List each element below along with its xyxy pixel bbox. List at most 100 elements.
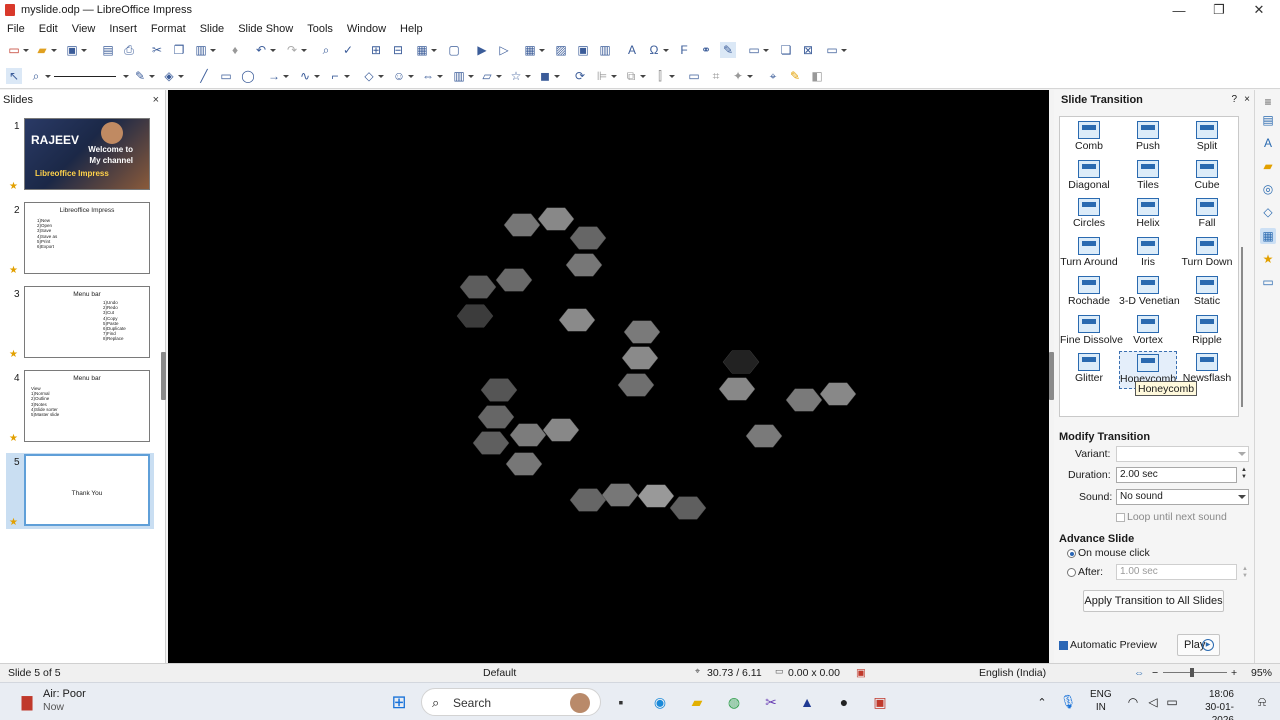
special-character-icon[interactable]: Ω xyxy=(646,42,669,58)
transition-ripple[interactable]: Ripple xyxy=(1178,313,1236,351)
menu-slide-show[interactable]: Slide Show xyxy=(231,23,300,35)
play-button[interactable]: Play ▶ xyxy=(1177,634,1220,656)
weather-title[interactable]: Air: Poor xyxy=(43,688,86,700)
shapes-tab-icon[interactable]: ◇ xyxy=(1260,204,1276,220)
delete-slide-icon[interactable]: ⊠ xyxy=(800,42,816,58)
arrange-icon[interactable]: ⧉ xyxy=(623,68,646,84)
arrow-line-icon[interactable]: → xyxy=(266,68,289,84)
master-slides-tab-icon[interactable]: ▭ xyxy=(1260,274,1276,290)
textbox-icon[interactable]: A xyxy=(624,42,640,58)
show-hidden-icons-icon[interactable]: ⌃ xyxy=(1032,692,1052,712)
duration-spin-buttons[interactable]: ▲ ▼ xyxy=(1239,467,1249,481)
zoom-percent[interactable]: 95% xyxy=(1251,667,1272,679)
menu-window[interactable]: Window xyxy=(340,23,393,35)
zoom-icon[interactable]: ⌕ xyxy=(28,68,51,84)
points-icon[interactable]: ⌖ xyxy=(765,68,781,84)
document-modified-icon[interactable]: ▣ xyxy=(856,667,866,679)
zoom-slider-thumb[interactable] xyxy=(1190,668,1194,677)
language-indicator[interactable]: English (India) xyxy=(979,667,1046,679)
close-button[interactable]: ✕ xyxy=(1240,0,1278,20)
sidebar-menu-icon[interactable]: ≡ xyxy=(1260,94,1276,110)
transition-diagonal[interactable]: Diagonal xyxy=(1060,158,1118,196)
master-layout-name[interactable]: Default xyxy=(483,667,516,679)
helplines-icon[interactable]: ⊟ xyxy=(390,42,406,58)
zoom-slider[interactable] xyxy=(1163,672,1227,673)
slide-thumbnail-3[interactable]: Menu bar 1)Undo 2)Redo 3)Cut 4)Copy 5)Pa… xyxy=(24,286,150,358)
menu-view[interactable]: View xyxy=(65,23,103,35)
spelling-icon[interactable]: ✓ xyxy=(340,42,356,58)
transition-turn-around[interactable]: Turn Around xyxy=(1060,235,1118,273)
menu-tools[interactable]: Tools xyxy=(300,23,340,35)
styles-tab-icon[interactable]: A xyxy=(1260,135,1276,151)
symbol-shapes-icon[interactable]: ☺ xyxy=(391,68,414,84)
input-language-indicator[interactable]: ENG IN xyxy=(1090,688,1112,714)
properties-tab-icon[interactable]: ▤ xyxy=(1260,112,1276,128)
navigator-tab-icon[interactable]: ◎ xyxy=(1260,181,1276,197)
fill-color-icon[interactable]: ◈ xyxy=(161,68,184,84)
slide-thumbnail-2[interactable]: Libreoffice Impress 1)New 2)Open 3)Save … xyxy=(24,202,150,274)
transition-rochade[interactable]: Rochade xyxy=(1060,274,1118,312)
glue-points-icon[interactable]: ✎ xyxy=(787,68,803,84)
export-pdf-icon[interactable]: ▤ xyxy=(100,42,116,58)
slide-thumbnail-row[interactable]: 3 Menu bar 1)Undo 2)Redo 3)Cut 4)Copy 5)… xyxy=(0,286,160,362)
menu-help[interactable]: Help xyxy=(393,23,430,35)
slide-thumbnail-row[interactable]: 5 Thank You ★ xyxy=(0,454,160,530)
volume-muted-icon[interactable]: ◁ xyxy=(1143,692,1163,712)
libreoffice-impress-taskbar-icon[interactable]: ▣ xyxy=(870,692,890,712)
loop-sound-checkbox[interactable] xyxy=(1116,513,1125,522)
block-arrows-icon[interactable]: ⇔ xyxy=(420,68,443,84)
after-spin-buttons[interactable]: ▲ ▼ xyxy=(1240,566,1250,580)
chrome-icon[interactable]: ◍ xyxy=(724,692,744,712)
wifi-icon[interactable]: ◠ xyxy=(1123,692,1143,712)
display-views-icon[interactable]: ▦ xyxy=(414,42,437,58)
master-slide-icon[interactable]: ▢ xyxy=(446,42,462,58)
slide-thumbnail-row[interactable]: 1 RAJEEV Welcome to My channel Libreoffi… xyxy=(0,118,160,194)
hyperlink-icon[interactable]: ⚭ xyxy=(698,42,714,58)
filter-icon[interactable]: ✦ xyxy=(730,68,753,84)
flowchart-icon[interactable]: ▥ xyxy=(451,68,474,84)
slide-thumbnail-5[interactable]: Thank You xyxy=(24,454,150,526)
paste-icon[interactable]: ▥ xyxy=(193,42,216,58)
zoom-in-icon[interactable]: + xyxy=(1231,667,1237,679)
chart-icon[interactable]: ▥ xyxy=(597,42,613,58)
shadow-icon[interactable]: ▭ xyxy=(686,68,702,84)
help-button[interactable]: ? xyxy=(1231,94,1237,105)
after-seconds-input[interactable]: 1.00 sec xyxy=(1116,564,1237,580)
toggle-extrusion-icon[interactable]: ◧ xyxy=(809,68,825,84)
microphone-icon[interactable]: 🎙 xyxy=(1058,692,1078,712)
transition-circles[interactable]: Circles xyxy=(1060,196,1118,234)
transition-fall[interactable]: Fall xyxy=(1178,196,1236,234)
slides-panel-close-button[interactable]: × xyxy=(153,94,159,106)
menu-slide[interactable]: Slide xyxy=(193,23,231,35)
obs-icon[interactable]: ● xyxy=(834,692,854,712)
file-explorer-icon[interactable]: ▰ xyxy=(687,692,707,712)
transition-3-d-venetian[interactable]: 3-D Venetian xyxy=(1119,274,1180,312)
automatic-preview-checkbox[interactable] xyxy=(1059,641,1068,650)
line-style-selector[interactable] xyxy=(54,68,129,84)
zoom-out-icon[interactable]: − xyxy=(1152,667,1158,679)
maximize-button[interactable]: ❐ xyxy=(1200,0,1238,20)
new-document-icon[interactable]: ▭ xyxy=(6,42,29,58)
minimize-button[interactable]: — xyxy=(1160,0,1198,20)
callouts-icon[interactable]: ▱ xyxy=(479,68,502,84)
transition-turn-down[interactable]: Turn Down xyxy=(1178,235,1236,273)
after-radio[interactable] xyxy=(1067,568,1076,577)
connector-tool-icon[interactable]: ⌐ xyxy=(327,68,350,84)
taskbar-search[interactable]: ⌕ Search xyxy=(421,688,601,716)
transition-push[interactable]: Push xyxy=(1119,119,1177,157)
transition-iris[interactable]: Iris xyxy=(1119,235,1177,273)
table-icon[interactable]: ▦ xyxy=(522,42,545,58)
variant-select[interactable] xyxy=(1116,446,1249,462)
open-folder-icon[interactable]: ▰ xyxy=(34,42,57,58)
duplicate-slide-icon[interactable]: ❏ xyxy=(778,42,794,58)
snipping-tool-icon[interactable]: ✂ xyxy=(761,692,781,712)
media-icon[interactable]: ▣ xyxy=(575,42,591,58)
transition-helix[interactable]: Helix xyxy=(1119,196,1177,234)
slide-thumbnail-4[interactable]: Menu bar View 1)Normal 2)Outline 3)Notes… xyxy=(24,370,150,442)
slide-canvas[interactable] xyxy=(168,90,1049,663)
basic-shapes-icon[interactable]: ◇ xyxy=(361,68,384,84)
transition-cube[interactable]: Cube xyxy=(1178,158,1236,196)
transition-comb[interactable]: Comb xyxy=(1060,119,1118,157)
clock[interactable]: 18:06 30-01-2026 xyxy=(1188,688,1234,720)
distribute-icon[interactable]: ⫿ xyxy=(652,68,675,84)
